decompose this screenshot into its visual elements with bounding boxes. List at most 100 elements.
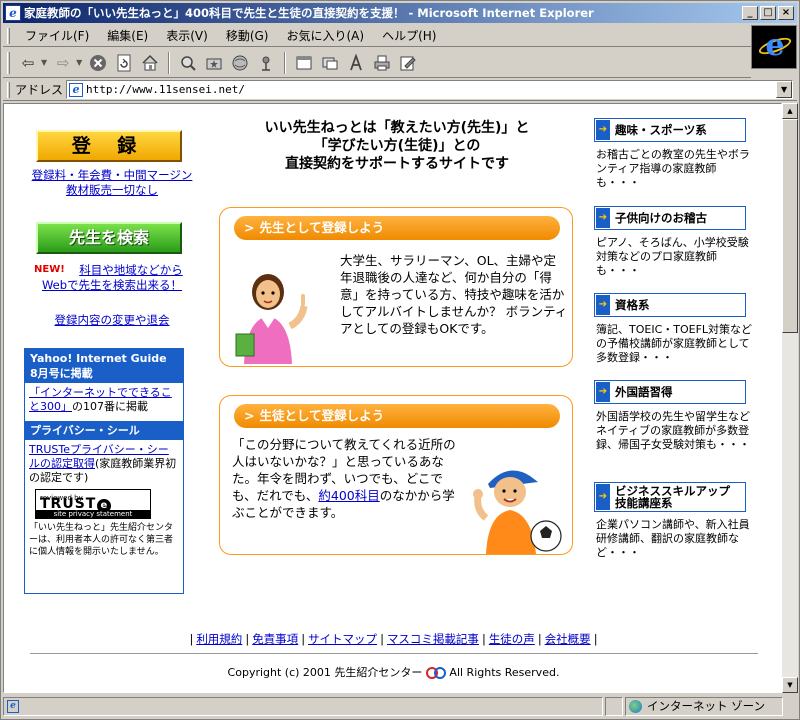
intro-line2: 「学びたい方(生徒)」との xyxy=(313,138,481,154)
vertical-scrollbar[interactable]: ▲ ▼ xyxy=(782,103,798,693)
copyright-post: All Rights Reserved. xyxy=(449,666,560,679)
footer-terms-link[interactable]: 利用規約 xyxy=(196,632,242,646)
font-icon[interactable] xyxy=(344,51,368,75)
toolbar-grip[interactable] xyxy=(7,51,10,74)
truste-bottom-text: site privacy statement xyxy=(36,510,150,518)
arrow-marker-icon: ➔ xyxy=(596,208,610,228)
register-note[interactable]: 登録料・年会費・中間マージン 教材販売一切なし xyxy=(22,168,202,198)
home-icon[interactable] xyxy=(138,51,162,75)
ie-app-icon[interactable]: e xyxy=(5,5,21,21)
register-note-line2[interactable]: 教材販売一切なし xyxy=(22,183,202,198)
page-viewport: 登 録 登録料・年会費・中間マージン 教材販売一切なし 先生を検索 NEW! 科… xyxy=(3,103,782,693)
truste-logo[interactable]: reviewed by TRUST e site privacy statemen… xyxy=(35,489,151,519)
forward-arrow-icon[interactable]: ⇨ xyxy=(51,51,75,75)
register-button[interactable]: 登 録 xyxy=(36,130,182,162)
globe-icon xyxy=(629,699,642,713)
search-note[interactable]: 科目や地域などから Webで先生を検索出来る！ xyxy=(22,263,202,293)
category-foreign-language[interactable]: ➔ 外国語習得 xyxy=(594,380,746,404)
status-main: e xyxy=(3,696,603,716)
scroll-thumb[interactable] xyxy=(782,119,798,333)
menu-edit[interactable]: 編集(E) xyxy=(98,25,157,46)
category-foreign-language-desc: 外国語学校の先生や留学生などネイティブの家庭教師が多数登録、帰国子女受験対策も・… xyxy=(596,410,750,451)
address-bar: アドレス e http://www.11sensei.net/ ▼ xyxy=(3,79,797,101)
yahoo-body: 「インターネットでできること300」の107番に掲載 xyxy=(25,383,183,417)
info-box: Yahoo! Internet Guide 8月号に掲載 「インターネットででき… xyxy=(24,348,184,594)
student-register-heading[interactable]: > 生徒として登録しよう xyxy=(234,404,560,428)
copyright: Copyright (c) 2001 先生紹介センター All Rights R… xyxy=(4,664,781,680)
teacher-register-heading[interactable]: > 先生として登録しよう xyxy=(234,216,560,240)
back-arrow-icon[interactable]: ⇦ xyxy=(16,51,40,75)
teacher-description: 大学生、サラリーマン、OL、主婦や定年退職後の人達など、何か自分の「得意」を持っ… xyxy=(340,253,568,336)
scroll-down-icon[interactable]: ▼ xyxy=(782,677,798,693)
favorites-icon[interactable] xyxy=(202,51,226,75)
chevron-right-icon: > xyxy=(244,408,255,423)
fullscreen-icon[interactable] xyxy=(292,51,316,75)
channels-icon[interactable] xyxy=(254,51,278,75)
forward-dropdown-icon[interactable]: ▼ xyxy=(76,58,82,67)
page-done-icon: e xyxy=(7,699,19,713)
category-hobby-sports-desc: お稽古ごとの教室の先生やボランティア指導の家庭教師も・・・ xyxy=(596,148,750,189)
intro-line3: 直接契約をサポートするサイトです xyxy=(285,156,509,172)
register-note-line1[interactable]: 登録料・年会費・中間マージン xyxy=(22,168,202,183)
category-business-skills[interactable]: ➔ ビジネススキルアップ技能講座系 xyxy=(594,482,746,512)
student-panel: > 生徒として登録しよう 「この分野について教えてくれる近所の人はいないかな？」と… xyxy=(219,395,573,555)
subjects-400-link[interactable]: 約400科目 xyxy=(318,488,379,503)
arrow-marker-icon: ➔ xyxy=(596,120,610,140)
maximize-button[interactable]: □ xyxy=(760,6,776,20)
menu-help[interactable]: ヘルプ(H) xyxy=(373,25,445,46)
toolbar-separator xyxy=(168,51,171,74)
category-qualifications[interactable]: ➔ 資格系 xyxy=(594,293,746,317)
address-label: アドレス xyxy=(15,83,64,97)
menu-bar: ファイル(F) 編集(E) 表示(V) 移動(G) お気に入り(A) ヘルプ(H… xyxy=(3,25,797,47)
history-icon[interactable] xyxy=(228,51,252,75)
arrow-marker-icon: ➔ xyxy=(596,295,610,315)
search-note-line2[interactable]: Webで先生を検索出来る！ xyxy=(42,278,182,292)
ie-e-icon: e xyxy=(765,28,785,63)
footer-press-link[interactable]: マスコミ掲載記事 xyxy=(387,632,479,646)
menubar-grip[interactable] xyxy=(7,27,10,44)
arrow-marker-icon: ➔ xyxy=(596,484,610,510)
mail-icon[interactable] xyxy=(318,51,342,75)
menu-file[interactable]: ファイル(F) xyxy=(16,25,98,46)
scroll-up-icon[interactable]: ▲ xyxy=(782,103,798,119)
privacy-body: TRUSTeプライバシー・シールの認定取得(家庭教師業界初の認定です) revi… xyxy=(25,440,183,561)
category-kids-lessons[interactable]: ➔ 子供向けのお稽古 xyxy=(594,206,746,230)
menu-favorites[interactable]: お気に入り(A) xyxy=(277,25,373,46)
address-url[interactable]: http://www.11sensei.net/ xyxy=(86,83,776,96)
status-zone: インターネット ゾーン xyxy=(625,696,783,716)
yahoo-text: の107番に掲載 xyxy=(72,400,148,413)
refresh-icon[interactable] xyxy=(112,51,136,75)
back-dropdown-icon[interactable]: ▼ xyxy=(41,58,47,67)
center-column: いい先生ねっとは「教えたい方(先生)」と 「学びたい方(生徒)」との 直接契約を… xyxy=(219,119,575,555)
change-or-unregister-link[interactable]: 登録内容の変更や退会 xyxy=(22,312,202,328)
edit-icon[interactable] xyxy=(396,51,420,75)
addressbar-grip[interactable] xyxy=(7,81,10,98)
footer-company-link[interactable]: 会社概要 xyxy=(545,632,591,646)
footer-voices-link[interactable]: 生徒の声 xyxy=(489,632,535,646)
footer-disclaimer-link[interactable]: 免責事項 xyxy=(252,632,298,646)
company-logo-icon xyxy=(425,667,446,679)
title-bar: e 家庭教師の「いい先生ねっと」400科目で先生と生徒の直接契約を支援！ - M… xyxy=(3,3,797,23)
chevron-right-icon: > xyxy=(244,220,255,235)
close-button[interactable]: × xyxy=(778,6,794,20)
minimize-button[interactable]: _ xyxy=(742,6,758,20)
stop-icon[interactable] xyxy=(86,51,110,75)
search-icon[interactable] xyxy=(176,51,200,75)
menu-go[interactable]: 移動(G) xyxy=(217,25,278,46)
footer-sitemap-link[interactable]: サイトマップ xyxy=(308,632,377,646)
footer-divider xyxy=(30,653,758,654)
intro-line1: いい先生ねっとは「教えたい方(先生)」と xyxy=(264,120,530,136)
page-icon: e xyxy=(69,82,84,97)
address-dropdown-icon[interactable]: ▼ xyxy=(776,81,793,98)
address-field[interactable]: e http://www.11sensei.net/ ▼ xyxy=(66,80,794,99)
search-teacher-button[interactable]: 先生を検索 xyxy=(36,222,182,254)
window-title: 家庭教師の「いい先生ねっと」400科目で先生と生徒の直接契約を支援！ - Mic… xyxy=(24,6,594,20)
ie-throbber-logo: e xyxy=(751,25,797,69)
category-hobby-sports[interactable]: ➔ 趣味・スポーツ系 xyxy=(594,118,746,142)
teacher-panel: > 先生として登録しよう 大学生、サラリーマン、OL、主婦や定年退職後の人達など、… xyxy=(219,207,573,367)
search-note-line1[interactable]: 科目や地域などから xyxy=(79,263,183,277)
arrow-marker-icon: ➔ xyxy=(596,382,610,402)
print-icon[interactable] xyxy=(370,51,394,75)
menu-view[interactable]: 表示(V) xyxy=(157,25,217,46)
status-bar: e インターネット ゾーン xyxy=(3,695,797,717)
